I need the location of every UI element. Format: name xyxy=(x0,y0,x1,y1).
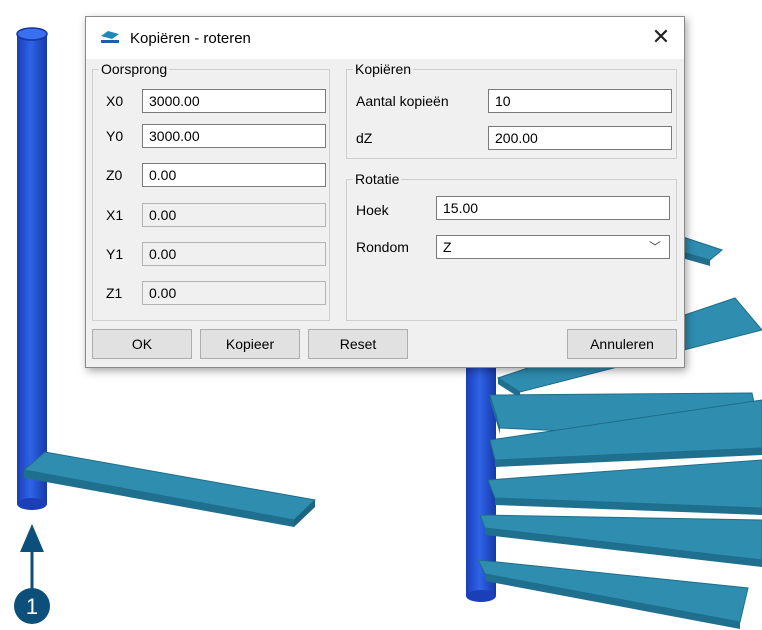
reset-button[interactable]: Reset xyxy=(308,329,408,359)
copy-rotate-dialog: Kopiëren - roteren ✕ Oorsprong X0 3000.0… xyxy=(85,16,685,368)
y0-label: Y0 xyxy=(106,128,124,144)
aantal-kopieen-input[interactable]: 10 xyxy=(488,89,672,113)
z0-label: Z0 xyxy=(106,167,123,183)
rondom-label: Rondom xyxy=(356,239,409,255)
z1-label: Z1 xyxy=(106,285,123,301)
left-step-plate xyxy=(22,451,317,527)
callout-marker-1: 1 xyxy=(14,588,50,624)
y0-input[interactable]: 3000.00 xyxy=(142,124,326,148)
aantal-kopieen-label: Aantal kopieën xyxy=(356,93,449,109)
kopieer-button[interactable]: Kopieer xyxy=(200,329,300,359)
group-kopieren-legend: Kopiëren xyxy=(355,61,412,77)
annuleren-button[interactable]: Annuleren xyxy=(567,329,677,359)
x0-input[interactable]: 3000.00 xyxy=(142,89,326,113)
hoek-label: Hoek xyxy=(356,202,389,218)
x1-label: X1 xyxy=(106,207,124,223)
z0-input[interactable]: 0.00 xyxy=(142,163,326,187)
ok-button[interactable]: OK xyxy=(92,329,192,359)
z1-input: 0.00 xyxy=(142,281,326,305)
group-oorsprong-legend: Oorsprong xyxy=(101,61,168,77)
title-bar: Kopiëren - roteren ✕ xyxy=(86,17,684,59)
x0-label: X0 xyxy=(106,93,124,109)
callout-arrow xyxy=(20,524,44,590)
dz-input[interactable]: 200.00 xyxy=(488,126,672,150)
dz-label: dZ xyxy=(356,130,373,146)
y1-label: Y1 xyxy=(106,246,124,262)
callout-number: 1 xyxy=(26,594,38,619)
close-button[interactable]: ✕ xyxy=(638,17,684,59)
dialog-title: Kopiëren - roteren xyxy=(130,30,251,47)
app-icon xyxy=(101,31,119,43)
group-rotatie-legend: Rotatie xyxy=(355,171,400,187)
chevron-down-icon: ﹀ xyxy=(648,240,661,254)
y1-input: 0.00 xyxy=(142,242,326,266)
x1-input: 0.00 xyxy=(142,203,326,227)
left-column xyxy=(16,27,48,510)
hoek-input[interactable]: 15.00 xyxy=(436,196,670,220)
rondom-select[interactable]: Z ﹀ xyxy=(436,235,670,259)
rondom-selected-value: Z xyxy=(443,239,452,255)
